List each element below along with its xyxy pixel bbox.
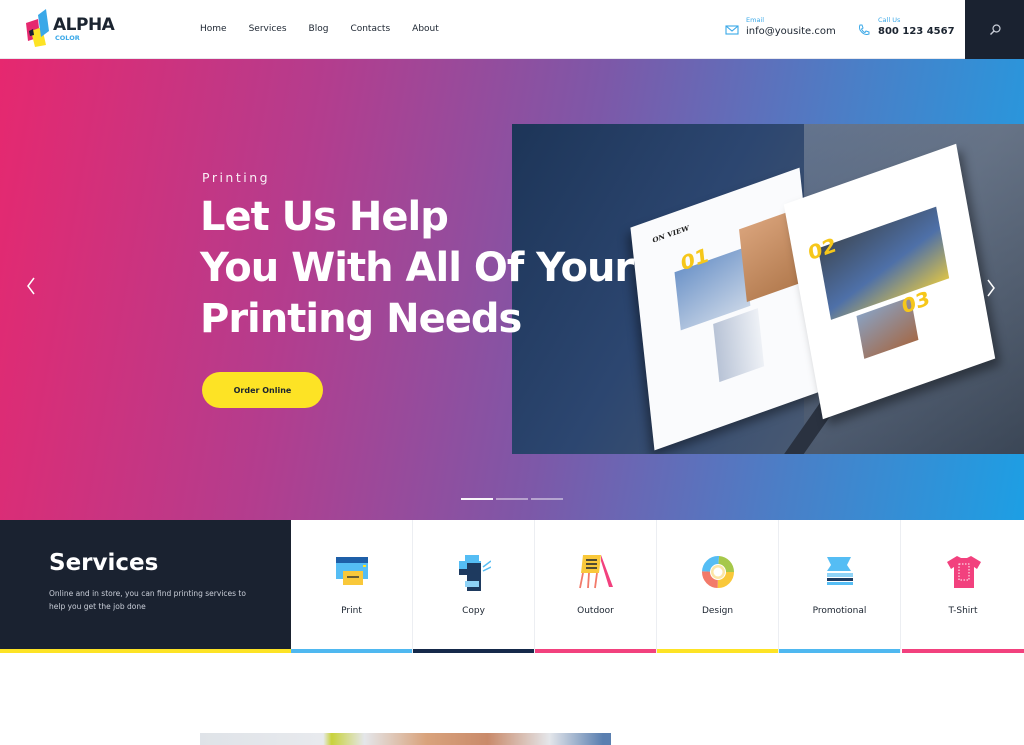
hero-headline: Let Us Help You With All Of Your Printin… xyxy=(200,192,680,345)
hero-headline-line: You With All Of Your xyxy=(200,245,634,291)
search-button[interactable] xyxy=(965,0,1024,59)
nav-contacts[interactable]: Contacts xyxy=(350,24,390,34)
magazine-photo xyxy=(713,308,765,383)
phone-label: Call Us xyxy=(878,16,901,24)
service-label: Promotional xyxy=(812,606,867,616)
service-tile-promotional[interactable]: Promotional xyxy=(779,520,901,653)
magazine-graphic: ON VIEW 01 02 03 xyxy=(630,143,996,451)
accent-bar xyxy=(902,649,1024,653)
slider-prev-button[interactable] xyxy=(26,276,36,302)
nav-about[interactable]: About xyxy=(412,24,439,34)
phone-icon xyxy=(859,24,870,35)
envelope-icon xyxy=(725,25,739,35)
accent-bar xyxy=(291,649,412,653)
accent-bar xyxy=(657,649,778,653)
color-wheel-icon xyxy=(702,556,734,588)
email-label: Email xyxy=(746,16,765,24)
accent-bar xyxy=(779,649,900,653)
order-online-button[interactable]: Order Online xyxy=(202,372,323,408)
service-tile-copy[interactable]: Copy xyxy=(413,520,535,653)
services-intro: Services Online and in store, you can fi… xyxy=(0,520,291,653)
logo[interactable]: ALPHA COLOR xyxy=(24,9,124,49)
next-section-image xyxy=(200,733,611,745)
slider-dot-3[interactable] xyxy=(531,498,563,500)
phone-value[interactable]: 800 123 4567 xyxy=(878,25,955,38)
printer-icon xyxy=(336,557,368,585)
main-nav: Home Services Blog Contacts About xyxy=(200,24,461,34)
logo-name: ALPHA xyxy=(53,15,115,35)
service-tile-tshirt[interactable]: T-Shirt xyxy=(902,520,1024,653)
hero-headline-line: Let Us Help xyxy=(200,194,449,240)
phone-contact[interactable]: Call Us 800 123 4567 xyxy=(857,16,955,38)
service-tile-print[interactable]: Print xyxy=(291,520,413,653)
copier-icon xyxy=(459,555,491,591)
nav-home[interactable]: Home xyxy=(200,24,227,34)
service-tile-design[interactable]: Design xyxy=(657,520,779,653)
tshirt-icon xyxy=(947,556,981,588)
paper-stack-icon xyxy=(827,557,853,585)
hero-kicker: Printing xyxy=(202,170,271,185)
slider-dot-2[interactable] xyxy=(496,498,528,500)
accent-bar xyxy=(413,649,534,653)
services-description: Online and in store, you can find printi… xyxy=(49,589,246,611)
service-label: Design xyxy=(701,606,734,616)
slider-dot-1[interactable] xyxy=(461,498,493,500)
nav-blog[interactable]: Blog xyxy=(309,24,329,34)
logo-mark-icon xyxy=(26,9,49,47)
chevron-right-icon xyxy=(987,279,995,297)
slider-pagination xyxy=(461,498,563,500)
service-tile-outdoor[interactable]: Outdoor xyxy=(535,520,657,653)
accent-bar xyxy=(535,649,656,653)
magazine-right-page: 02 03 xyxy=(783,143,996,420)
sandwich-board-icon xyxy=(579,555,613,589)
email-contact[interactable]: Email info@yousite.com xyxy=(725,16,836,38)
hero-headline-line: Printing Needs xyxy=(200,296,522,342)
site-header: ALPHA COLOR Home Services Blog Contacts … xyxy=(0,0,1024,59)
service-label: Outdoor xyxy=(577,606,614,616)
search-icon xyxy=(989,23,1001,35)
slider-next-button[interactable] xyxy=(986,278,996,304)
service-label: Print xyxy=(341,606,362,616)
logo-subtitle: COLOR xyxy=(55,34,80,42)
service-label: Copy xyxy=(462,606,485,616)
nav-services[interactable]: Services xyxy=(249,24,287,34)
email-value[interactable]: info@yousite.com xyxy=(746,25,836,38)
chevron-left-icon xyxy=(27,277,35,295)
service-label: T-Shirt xyxy=(948,606,978,616)
services-title: Services xyxy=(49,550,159,576)
